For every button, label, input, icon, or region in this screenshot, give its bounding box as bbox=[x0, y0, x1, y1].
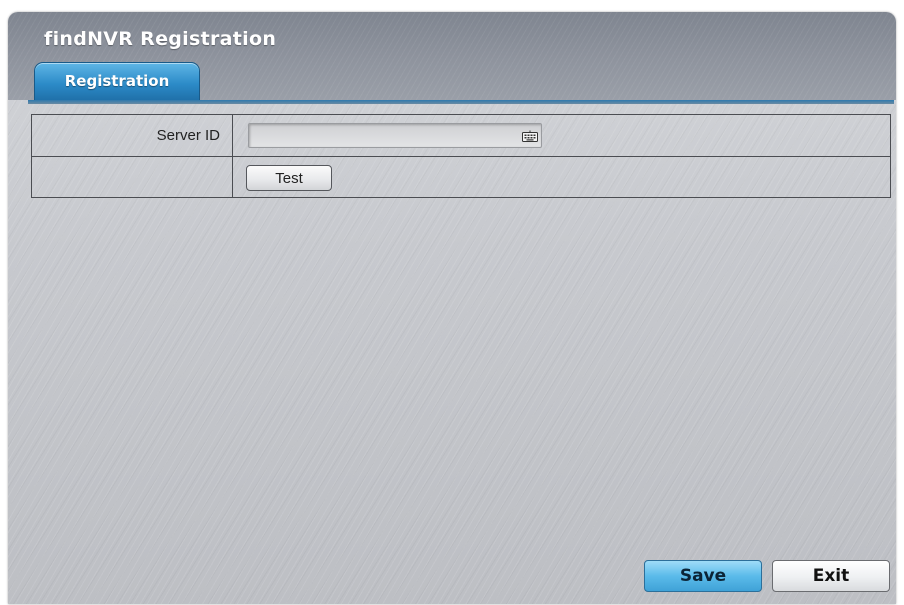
tab-registration[interactable]: Registration bbox=[34, 62, 200, 101]
tab-underline bbox=[28, 100, 894, 104]
window-title: findNVR Registration bbox=[44, 28, 277, 50]
save-button[interactable]: Save bbox=[644, 560, 762, 592]
server-id-row: Server ID bbox=[32, 115, 890, 157]
tab-label: Registration bbox=[64, 72, 170, 90]
keyboard-icon[interactable] bbox=[522, 129, 538, 142]
server-id-input[interactable] bbox=[248, 123, 542, 148]
registration-window: findNVR Registration Registration Server… bbox=[8, 12, 896, 604]
test-row: Test bbox=[32, 157, 890, 197]
title-bar: findNVR Registration Registration bbox=[8, 12, 896, 101]
exit-button[interactable]: Exit bbox=[772, 560, 890, 592]
registration-form: Server ID Test bbox=[31, 114, 891, 198]
server-id-label: Server ID bbox=[156, 127, 220, 144]
test-button[interactable]: Test bbox=[246, 165, 332, 191]
